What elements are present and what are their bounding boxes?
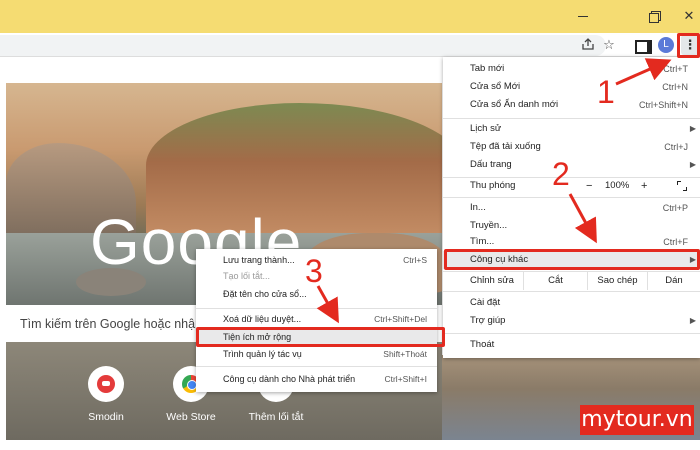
- menu-separator: [443, 118, 700, 119]
- menu-item-downloads[interactable]: Tệp đã tải xuống Ctrl+J: [443, 138, 700, 156]
- menu-item-new-tab[interactable]: Tab mới Ctrl+T: [443, 60, 700, 78]
- menu-separator: [443, 197, 700, 198]
- chevron-right-icon: ▶: [689, 124, 696, 133]
- submenu-item-dev-tools[interactable]: Công cụ dành cho Nhà phát triển Ctrl+Shif…: [196, 371, 437, 387]
- bookmark-star-icon[interactable]: ☆: [601, 37, 617, 53]
- chevron-right-icon: ▶: [689, 316, 696, 325]
- shortcut-label: Thêm lối tắt: [248, 411, 304, 423]
- close-button[interactable]: ✕: [680, 8, 698, 24]
- address-bar[interactable]: [0, 35, 606, 56]
- menu-item-exit[interactable]: Thoát: [443, 336, 700, 354]
- submenu-item-clear-data[interactable]: Xoá dữ liệu duyệt... Ctrl+Shift+Del: [196, 311, 437, 327]
- menu-item-edit: Chỉnh sửa Cắt Sao chép Dán: [443, 272, 700, 290]
- profile-avatar[interactable]: L: [658, 37, 674, 53]
- shortcut-smodin[interactable]: Smodin: [71, 366, 141, 423]
- browser-toolbar: ☆ L ⋮: [0, 33, 700, 57]
- copy-button[interactable]: Sao chép: [587, 272, 647, 290]
- minimize-button[interactable]: [574, 8, 592, 24]
- fullscreen-icon[interactable]: [677, 181, 687, 191]
- zoom-out-button[interactable]: −: [586, 177, 592, 195]
- highlight-extensions: [196, 327, 445, 347]
- menu-item-help[interactable]: Trợ giúp ▶: [443, 312, 700, 330]
- menu-separator: [443, 291, 700, 292]
- mytour-watermark: mytour.vn: [580, 405, 694, 435]
- shortcut-icon-circle: [88, 366, 124, 402]
- search-placeholder: Tìm kiếm trên Google hoặc nhập: [20, 317, 203, 331]
- chevron-right-icon: ▶: [689, 160, 696, 169]
- title-bar: ✕: [0, 0, 700, 33]
- paste-button[interactable]: Dán: [647, 272, 700, 290]
- zoom-in-button[interactable]: +: [641, 177, 647, 195]
- menu-separator: [443, 333, 700, 334]
- menu-item-print[interactable]: In... Ctrl+P: [443, 199, 700, 217]
- step-number-2: 2: [552, 156, 570, 192]
- chrome-main-menu: Tab mới Ctrl+T Cửa sổ Mới Ctrl+N Cửa sổ Ẩn…: [443, 57, 700, 358]
- submenu-item-task-manager[interactable]: Trình quản lý tác vụ Shift+Thoát: [196, 346, 437, 362]
- zoom-level: 100%: [605, 180, 630, 191]
- highlight-more-tools: [444, 249, 700, 270]
- menu-separator: [196, 308, 437, 309]
- browser-window: ✕ ☆ L ⋮ Google Tìm kiếm trên Google hoặc…: [0, 0, 700, 450]
- smodin-icon: [97, 375, 115, 393]
- step-number-3: 3: [305, 253, 323, 289]
- menu-separator: [196, 366, 437, 367]
- menu-item-bookmarks[interactable]: Dấu trang ▶: [443, 156, 700, 174]
- menu-item-settings[interactable]: Cài đặt: [443, 294, 700, 312]
- step-number-1: 1: [597, 74, 615, 110]
- menu-item-new-window[interactable]: Cửa sổ Mới Ctrl+N: [443, 78, 700, 96]
- menu-item-history[interactable]: Lịch sử ▶: [443, 120, 700, 138]
- menu-item-zoom: Thu phóng − 100% +: [443, 177, 700, 195]
- shortcut-label: Web Store: [166, 411, 216, 423]
- shortcut-label: Smodin: [88, 411, 124, 423]
- highlight-menu-button: [677, 33, 700, 58]
- share-icon[interactable]: [580, 37, 596, 53]
- menu-item-incognito[interactable]: Cửa sổ Ẩn danh mới Ctrl+Shift+N: [443, 96, 700, 114]
- restore-button[interactable]: [646, 8, 664, 24]
- cut-button[interactable]: Cắt: [523, 272, 587, 290]
- side-panel-icon[interactable]: [632, 37, 652, 54]
